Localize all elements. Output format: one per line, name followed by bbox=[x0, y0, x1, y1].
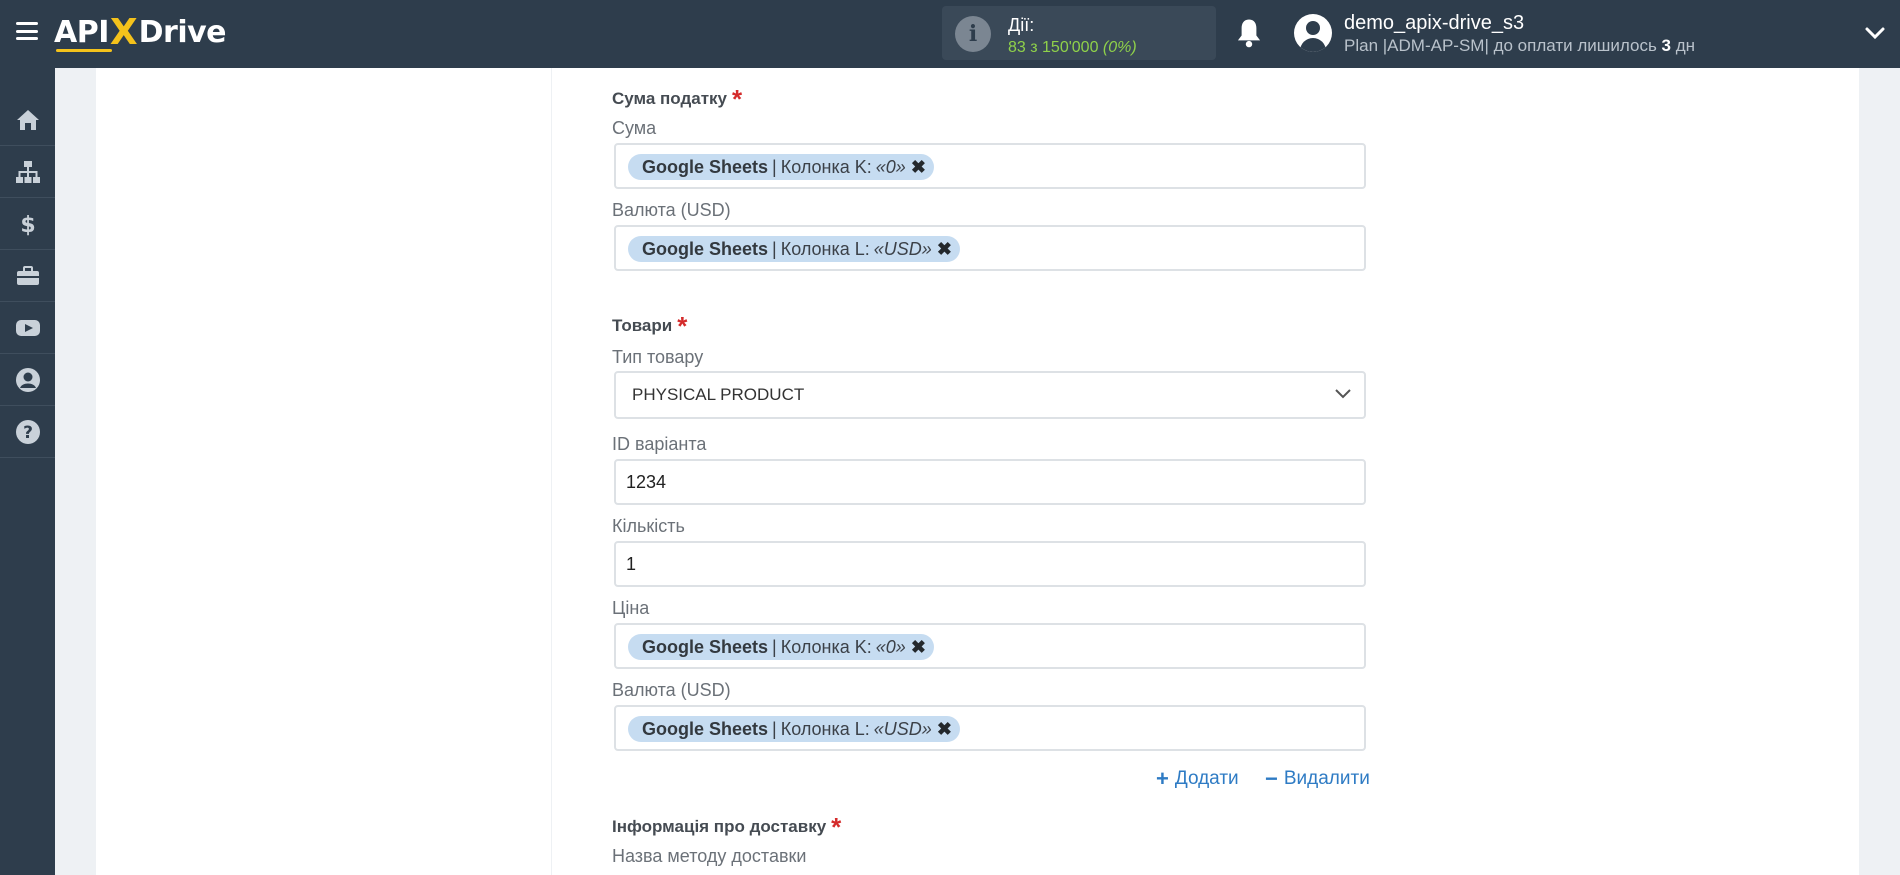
sidebar-item-connections[interactable] bbox=[0, 146, 55, 198]
actions-label: Дії: bbox=[1008, 15, 1035, 35]
tax-currency-chip[interactable]: Google Sheets | Колонка L: «USD» ✖ bbox=[628, 236, 960, 262]
user-plan: Plan |ADM-AP-SM| до оплати лишилось 3 дн bbox=[1344, 36, 1696, 55]
sidebar-item-billing[interactable]: $ bbox=[0, 198, 55, 250]
tax-currency-label: Валюта (USD) bbox=[612, 200, 731, 220]
user-name: demo_apix-drive_s3 bbox=[1344, 12, 1525, 34]
delivery-method-label: Назва методу доставки bbox=[612, 846, 807, 866]
svg-text:?: ? bbox=[23, 423, 33, 443]
tax-currency-field[interactable]: Google Sheets | Колонка L: «USD» ✖ bbox=[614, 225, 1366, 271]
price-chip[interactable]: Google Sheets | Колонка K: «0» ✖ bbox=[628, 634, 934, 660]
actions-counter[interactable]: i Дії: 83 з 150'000 (0%) bbox=[942, 6, 1216, 60]
minus-icon: − bbox=[1265, 766, 1278, 791]
sidebar-item-help[interactable]: ? bbox=[0, 406, 55, 458]
goods-type-select[interactable]: PHYSICAL PRODUCT bbox=[614, 371, 1366, 419]
logo-underline bbox=[56, 49, 112, 52]
quantity-value: 1 bbox=[626, 554, 637, 574]
plus-icon: + bbox=[1156, 766, 1169, 791]
remove-chip-icon[interactable]: ✖ bbox=[911, 637, 926, 658]
logo-text-api: API bbox=[54, 14, 109, 50]
avatar[interactable] bbox=[1294, 14, 1332, 52]
goods-currency-chip[interactable]: Google Sheets | Колонка L: «USD» ✖ bbox=[628, 716, 960, 742]
dollar-icon: $ bbox=[20, 213, 35, 238]
sidebar-item-profile[interactable] bbox=[0, 354, 55, 406]
menu-icon[interactable] bbox=[16, 22, 38, 40]
goods-type-value: PHYSICAL PRODUCT bbox=[632, 385, 805, 404]
delivery-section-title: Інформація про доставку * bbox=[612, 812, 842, 842]
help-icon: ? bbox=[15, 419, 40, 444]
tax-amount-chip[interactable]: Google Sheets | Колонка K: «0» ✖ bbox=[628, 154, 934, 180]
add-button[interactable]: + Додати bbox=[1156, 766, 1239, 792]
variant-id-value: 1234 bbox=[626, 472, 667, 492]
remove-chip-icon[interactable]: ✖ bbox=[911, 157, 926, 178]
top-bar: API X Drive i Дії: 83 з 150'000 (0%) dem… bbox=[0, 0, 1900, 68]
goods-currency-label: Валюта (USD) bbox=[612, 680, 731, 700]
svg-text:$: $ bbox=[20, 213, 35, 238]
logo-text-drive: Drive bbox=[138, 14, 227, 50]
sidebar: $ ? bbox=[0, 68, 55, 875]
info-icon: i bbox=[955, 16, 991, 52]
chevron-down-icon[interactable] bbox=[1864, 24, 1886, 42]
tax-amount-field[interactable]: Google Sheets | Колонка K: «0» ✖ bbox=[614, 143, 1366, 189]
remove-chip-icon[interactable]: ✖ bbox=[937, 239, 952, 260]
tax-amount-label: Сума bbox=[612, 118, 657, 138]
sitemap-icon bbox=[15, 160, 40, 183]
goods-section-title: Товари * bbox=[612, 311, 688, 341]
logo[interactable]: API X Drive bbox=[54, 11, 227, 53]
quantity-input[interactable]: 1 bbox=[614, 541, 1366, 587]
sidebar-item-tools[interactable] bbox=[0, 250, 55, 302]
quantity-label: Кількість bbox=[612, 516, 685, 536]
variant-id-label: ID варіанта bbox=[612, 434, 707, 454]
user-icon bbox=[15, 367, 40, 392]
chevron-down-icon bbox=[1335, 389, 1351, 399]
home-icon bbox=[16, 109, 39, 130]
goods-currency-field[interactable]: Google Sheets | Колонка L: «USD» ✖ bbox=[614, 705, 1366, 751]
remove-chip-icon[interactable]: ✖ bbox=[937, 719, 952, 740]
tax-section-title: Сума податку * bbox=[612, 84, 743, 114]
goods-type-label: Тип товару bbox=[612, 347, 704, 367]
actions-count: 83 з 150'000 (0%) bbox=[1008, 39, 1137, 56]
sidebar-item-videos[interactable] bbox=[0, 302, 55, 354]
briefcase-icon bbox=[16, 265, 39, 285]
price-field[interactable]: Google Sheets | Колонка K: «0» ✖ bbox=[614, 623, 1366, 669]
left-panel bbox=[96, 68, 551, 875]
bell-icon[interactable] bbox=[1234, 17, 1264, 49]
youtube-icon bbox=[15, 319, 40, 336]
logo-text-x: X bbox=[109, 11, 138, 53]
price-label: Ціна bbox=[612, 598, 650, 618]
variant-id-input[interactable]: 1234 bbox=[614, 459, 1366, 505]
remove-button[interactable]: − Видалити bbox=[1265, 766, 1370, 792]
sidebar-item-home[interactable] bbox=[0, 94, 55, 146]
